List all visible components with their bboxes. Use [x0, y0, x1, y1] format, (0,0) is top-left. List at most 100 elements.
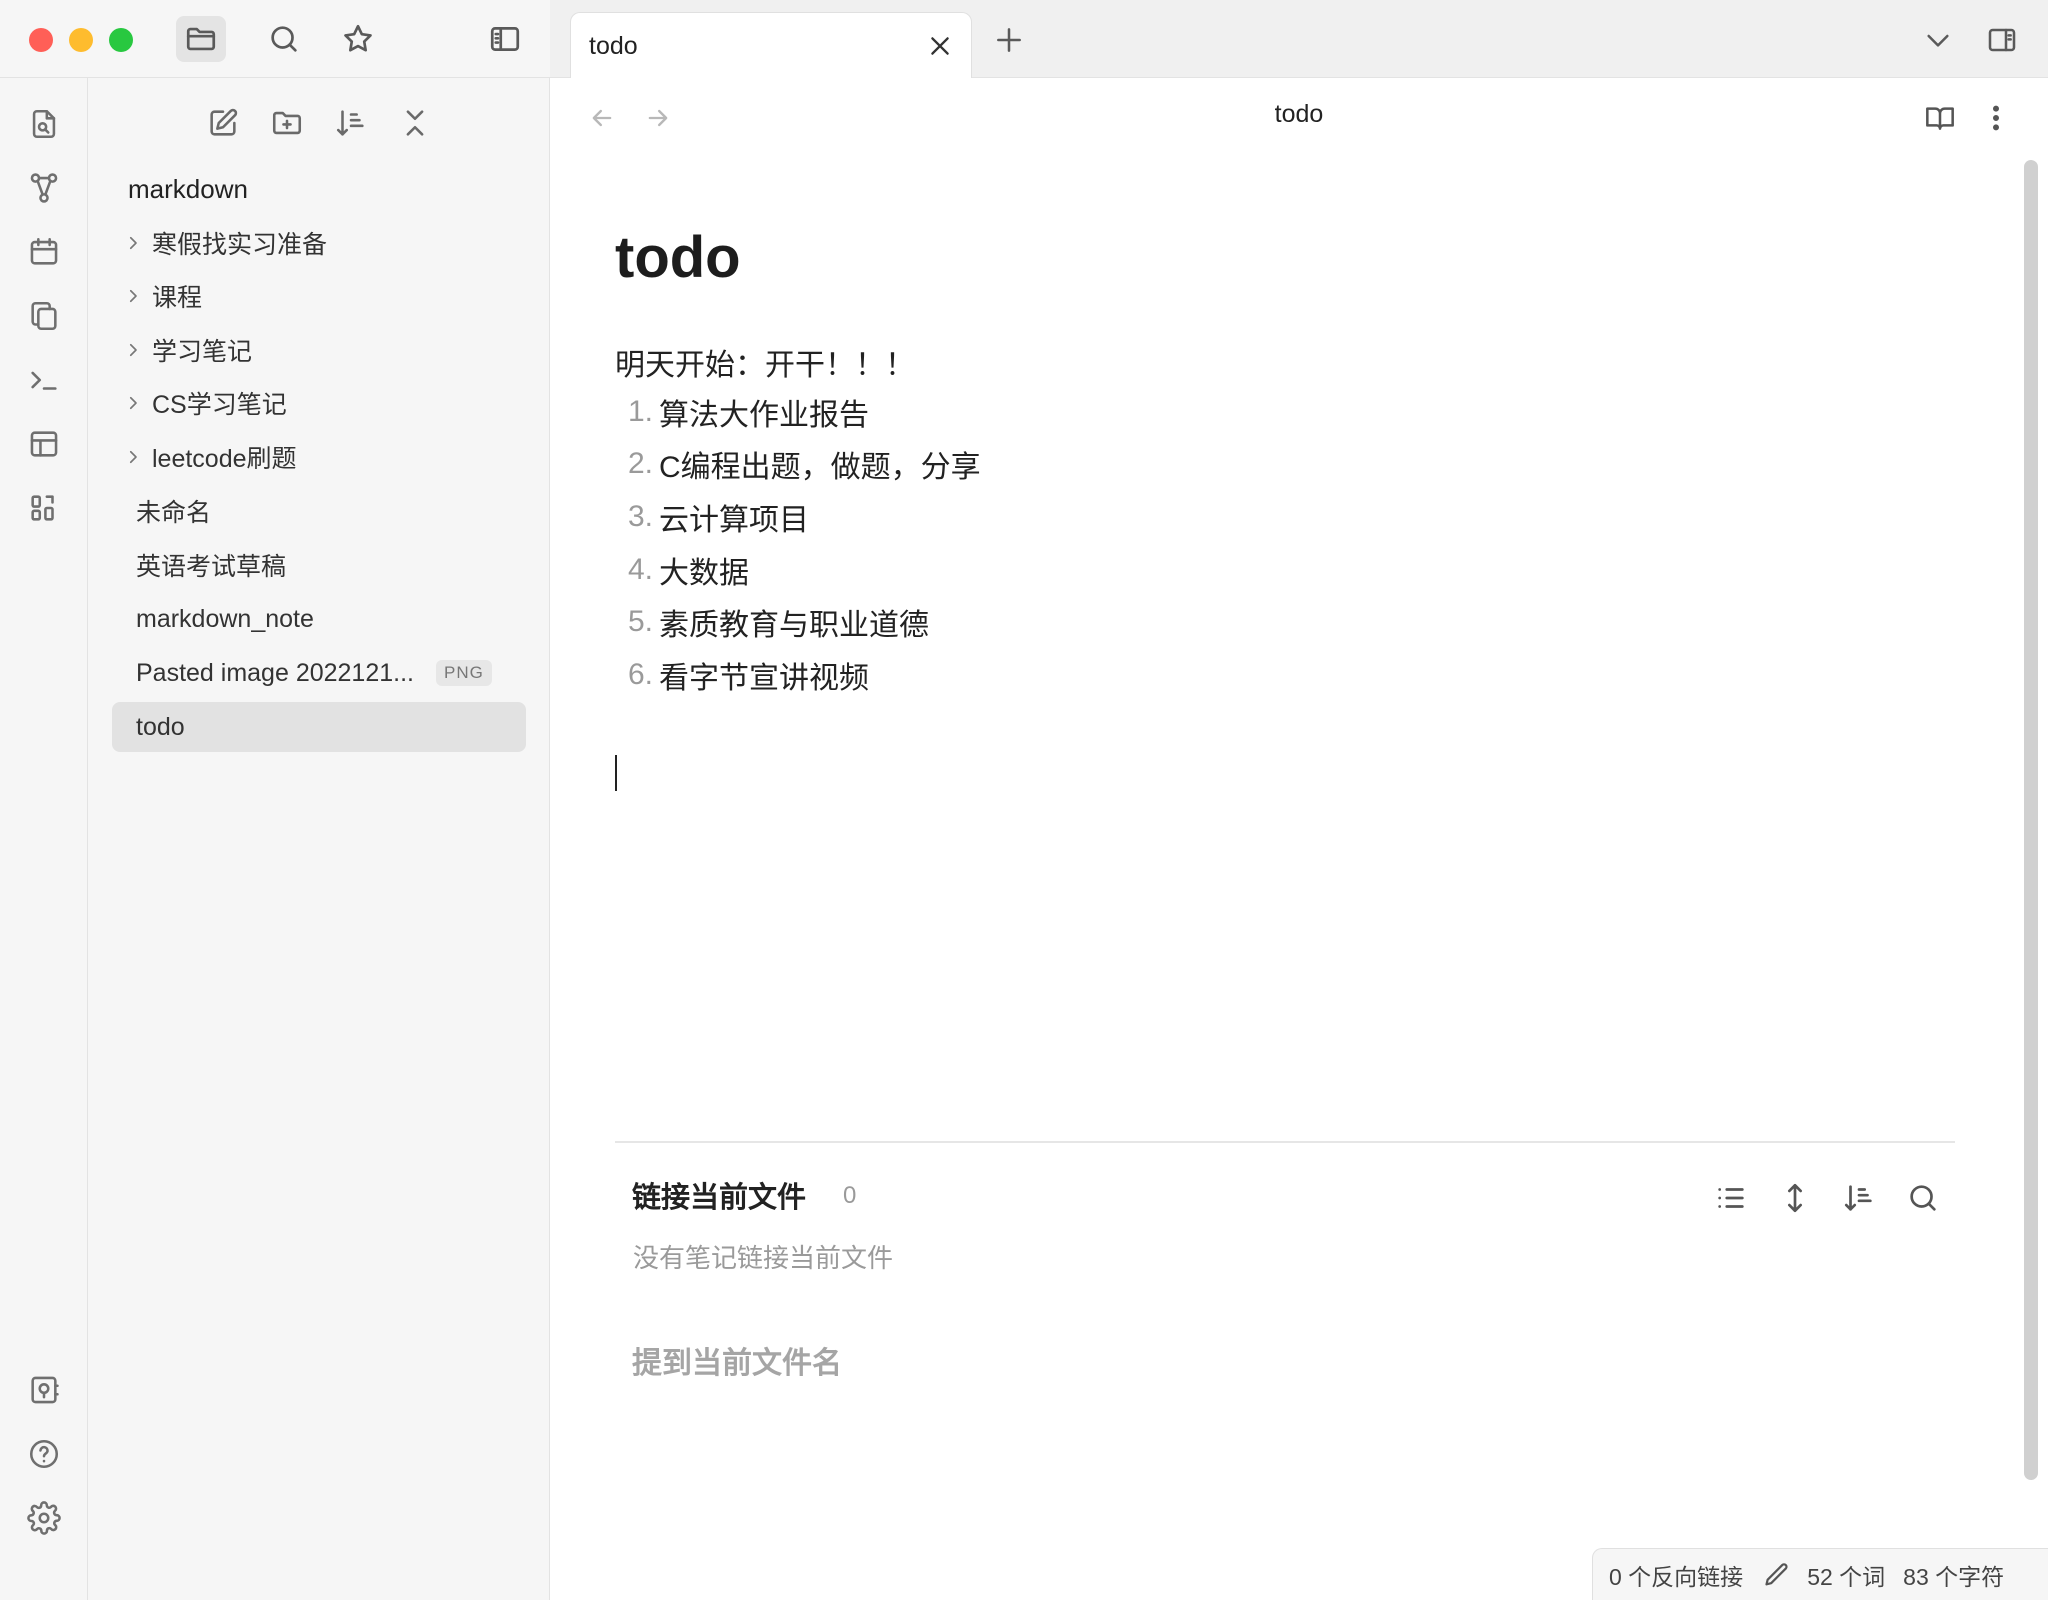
vault-name[interactable]: markdown: [128, 174, 248, 205]
note-heading: todo: [615, 225, 741, 290]
templates-button[interactable]: [22, 294, 66, 338]
help-button[interactable]: [22, 1432, 66, 1476]
search-icon: [271, 26, 297, 52]
folder-label: leetcode刷题: [152, 445, 297, 473]
list-text: C编程出题，做题，分享: [659, 451, 981, 484]
toggle-right-sidebar-button[interactable]: [1980, 18, 2024, 62]
tab-todo[interactable]: todo: [570, 12, 972, 79]
close-tab-button[interactable]: [925, 31, 955, 61]
collapse-results-button[interactable]: [1708, 1175, 1754, 1221]
vault-switch-icon: [31, 1376, 59, 1404]
folder-item[interactable]: 学习笔记: [112, 325, 526, 375]
terminal-icon: [31, 371, 57, 390]
pencil-icon[interactable]: [1763, 1561, 1791, 1589]
file-label: todo: [136, 712, 185, 741]
backlinks-empty-message: 没有笔记链接当前文件: [633, 1243, 894, 1273]
new-note-button[interactable]: [200, 100, 246, 146]
note-editor[interactable]: todo 明天开始：开干！！！ 1. 算法大作业报告 2. C编程出题，做题，分…: [615, 156, 1955, 1556]
chevron-down-icon: [1927, 34, 1949, 47]
tab-list-button[interactable]: [1916, 18, 1960, 62]
unlinked-mentions-heading[interactable]: 提到当前文件名: [632, 1338, 842, 1382]
open-vault-button[interactable]: [22, 1368, 66, 1412]
new-folder-button[interactable]: [264, 100, 310, 146]
chevron-right-icon: [120, 337, 146, 363]
status-char-count: 83 个字符: [1903, 1563, 2005, 1590]
list-number: 3.: [627, 500, 653, 533]
collapse-sidebar-button[interactable]: [480, 16, 530, 62]
canvas-button[interactable]: [22, 422, 66, 466]
quick-switcher-button[interactable]: [22, 102, 66, 146]
graph-view-button[interactable]: [22, 166, 66, 210]
plugins-button[interactable]: [22, 486, 66, 530]
file-explorer-button[interactable]: [176, 16, 226, 62]
file-label: markdown_note: [136, 604, 314, 633]
folder-label: 寒假找实习准备: [152, 231, 328, 259]
tab-bar: todo: [550, 0, 2048, 79]
file-label: Pasted image 2022121...: [136, 658, 414, 687]
calendar-icon: [30, 237, 58, 265]
text-cursor: [615, 755, 617, 791]
file-item[interactable]: markdown_note: [112, 594, 526, 644]
close-window-button[interactable]: [29, 28, 53, 52]
file-item[interactable]: Pasted image 2022121... PNG: [112, 648, 526, 698]
list-item: 1. 算法大作业报告: [615, 388, 869, 436]
backlinks-count: 0: [843, 1182, 857, 1209]
folder-item[interactable]: CS学习笔记: [112, 378, 526, 428]
file-label: 未命名: [136, 499, 212, 527]
list-number: 4.: [627, 553, 653, 586]
list-item: 4. 大数据: [615, 546, 749, 594]
folder-label: 学习笔记: [152, 338, 253, 366]
note-paragraph: 明天开始：开干！！！: [615, 349, 915, 382]
list-number: 1.: [627, 395, 653, 428]
search-backlinks-button[interactable]: [1900, 1175, 1946, 1221]
search-button[interactable]: [259, 16, 309, 62]
file-item[interactable]: 英语考试草稿: [112, 540, 526, 590]
status-backlinks[interactable]: 0 个反向链接: [1609, 1558, 1743, 1592]
folder-plus-icon: [272, 111, 302, 135]
folder-item[interactable]: 寒假找实习准备: [112, 218, 526, 268]
list-number: 6.: [627, 658, 653, 691]
file-label: 英语考试草稿: [136, 553, 287, 581]
sort-button[interactable]: [328, 100, 374, 146]
edit-icon: [210, 108, 238, 136]
status-word-count: 52 个词: [1807, 1563, 1886, 1590]
note-header: todo: [550, 78, 2048, 156]
folder-label: 课程: [152, 284, 203, 312]
gear-icon: [27, 1501, 61, 1535]
zoom-window-button[interactable]: [109, 28, 133, 52]
settings-button[interactable]: [22, 1496, 66, 1540]
chevron-right-icon: [120, 390, 146, 416]
folder-item[interactable]: 课程: [112, 271, 526, 321]
layout-icon: [30, 431, 58, 457]
minimize-window-button[interactable]: [69, 28, 93, 52]
chevron-right-icon: [120, 283, 146, 309]
file-item[interactable]: 未命名: [112, 486, 526, 536]
more-options-button[interactable]: [1974, 96, 2018, 140]
list-text: 算法大作业报告: [659, 399, 869, 432]
show-more-context-button[interactable]: [1772, 1175, 1818, 1221]
note-title[interactable]: todo: [550, 100, 2048, 129]
collapse-all-button[interactable]: [392, 100, 438, 146]
reading-view-button[interactable]: [1918, 96, 1962, 140]
bookmarks-button[interactable]: [333, 16, 383, 62]
new-tab-button[interactable]: [987, 18, 1031, 62]
list-text: 看字节宣讲视频: [659, 662, 869, 695]
tab-title: todo: [589, 31, 638, 60]
file-explorer: markdown 寒假找实习准备 课程 学习笔记 CS学习笔记 leetcode…: [88, 78, 550, 1600]
plus-icon: [997, 28, 1021, 52]
backlinks-heading[interactable]: 链接当前文件: [632, 1174, 806, 1216]
daily-note-button[interactable]: [22, 230, 66, 274]
folder-icon: [186, 27, 216, 51]
list-text: 云计算项目: [659, 504, 809, 537]
scrollbar[interactable]: [2024, 160, 2038, 1480]
sort-backlinks-button[interactable]: [1836, 1175, 1882, 1221]
book-open-icon: [1926, 107, 1954, 130]
file-item-active[interactable]: todo: [112, 702, 526, 752]
collapse-icon: [406, 110, 424, 136]
blocks-icon: [31, 495, 54, 521]
search-icon: [1910, 1185, 1936, 1211]
list-item: 5. 素质教育与职业道德: [615, 598, 929, 646]
folder-item[interactable]: leetcode刷题: [112, 432, 526, 482]
command-palette-button[interactable]: [22, 358, 66, 402]
titlebar: [0, 0, 550, 78]
